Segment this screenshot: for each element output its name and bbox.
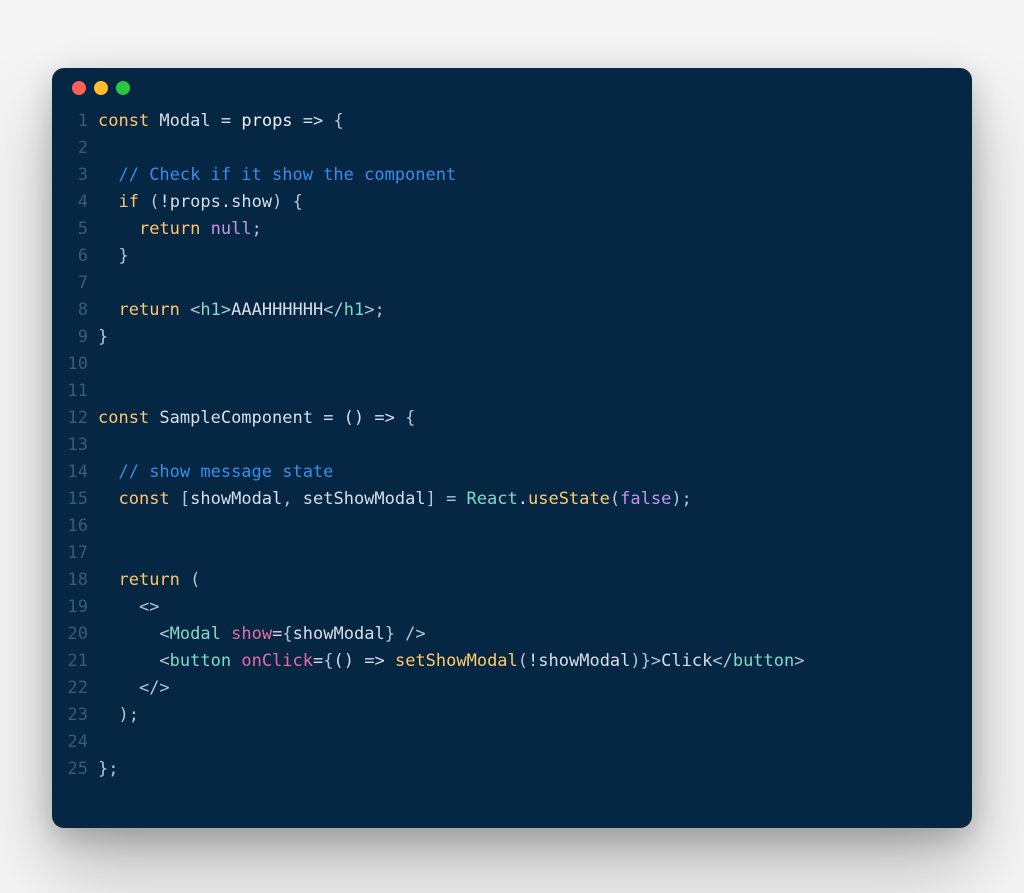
line-number: 15 xyxy=(60,486,88,513)
code-line[interactable]: <button onClick={() => setShowModal(!sho… xyxy=(98,648,805,675)
code-line[interactable]: }; xyxy=(98,756,805,783)
line-number: 3 xyxy=(60,162,88,189)
code-line[interactable]: const SampleComponent = () => { xyxy=(98,405,805,432)
zoom-icon[interactable] xyxy=(116,81,130,95)
line-number: 18 xyxy=(60,567,88,594)
close-icon[interactable] xyxy=(72,81,86,95)
line-number: 10 xyxy=(60,351,88,378)
code-line[interactable]: if (!props.show) { xyxy=(98,189,805,216)
code-line[interactable] xyxy=(98,351,805,378)
line-number: 23 xyxy=(60,702,88,729)
line-number: 17 xyxy=(60,540,88,567)
code-editor[interactable]: 1234567891011121314151617181920212223242… xyxy=(52,108,972,795)
code-line[interactable]: // Check if it show the component xyxy=(98,162,805,189)
line-number: 22 xyxy=(60,675,88,702)
line-number: 1 xyxy=(60,108,88,135)
code-line[interactable] xyxy=(98,135,805,162)
line-number: 24 xyxy=(60,729,88,756)
line-number: 2 xyxy=(60,135,88,162)
code-line[interactable]: const [showModal, setShowModal] = React.… xyxy=(98,486,805,513)
code-line[interactable]: // show message state xyxy=(98,459,805,486)
code-line[interactable]: <> xyxy=(98,594,805,621)
line-number: 6 xyxy=(60,243,88,270)
line-number: 19 xyxy=(60,594,88,621)
code-line[interactable]: return null; xyxy=(98,216,805,243)
line-number: 4 xyxy=(60,189,88,216)
minimize-icon[interactable] xyxy=(94,81,108,95)
code-line[interactable]: const Modal = props => { xyxy=(98,108,805,135)
code-line[interactable]: ); xyxy=(98,702,805,729)
code-line[interactable] xyxy=(98,540,805,567)
line-number: 12 xyxy=(60,405,88,432)
line-number: 11 xyxy=(60,378,88,405)
code-line[interactable] xyxy=(98,270,805,297)
line-number: 5 xyxy=(60,216,88,243)
code-line[interactable] xyxy=(98,432,805,459)
code-line[interactable]: } xyxy=(98,324,805,351)
line-number: 9 xyxy=(60,324,88,351)
code-line[interactable]: return <h1>AAAHHHHHH</h1>; xyxy=(98,297,805,324)
code-line[interactable] xyxy=(98,729,805,756)
line-number: 7 xyxy=(60,270,88,297)
code-window: 1234567891011121314151617181920212223242… xyxy=(52,68,972,828)
line-number: 13 xyxy=(60,432,88,459)
code-line[interactable] xyxy=(98,513,805,540)
line-number: 14 xyxy=(60,459,88,486)
code-content[interactable]: const Modal = props => { // Check if it … xyxy=(92,108,805,783)
line-number: 25 xyxy=(60,756,88,783)
line-number: 16 xyxy=(60,513,88,540)
line-number-gutter: 1234567891011121314151617181920212223242… xyxy=(60,108,92,783)
window-titlebar xyxy=(52,68,972,108)
line-number: 21 xyxy=(60,648,88,675)
code-line[interactable] xyxy=(98,378,805,405)
code-line[interactable]: </> xyxy=(98,675,805,702)
code-line[interactable]: <Modal show={showModal} /> xyxy=(98,621,805,648)
code-line[interactable]: return ( xyxy=(98,567,805,594)
line-number: 8 xyxy=(60,297,88,324)
code-line[interactable]: } xyxy=(98,243,805,270)
line-number: 20 xyxy=(60,621,88,648)
